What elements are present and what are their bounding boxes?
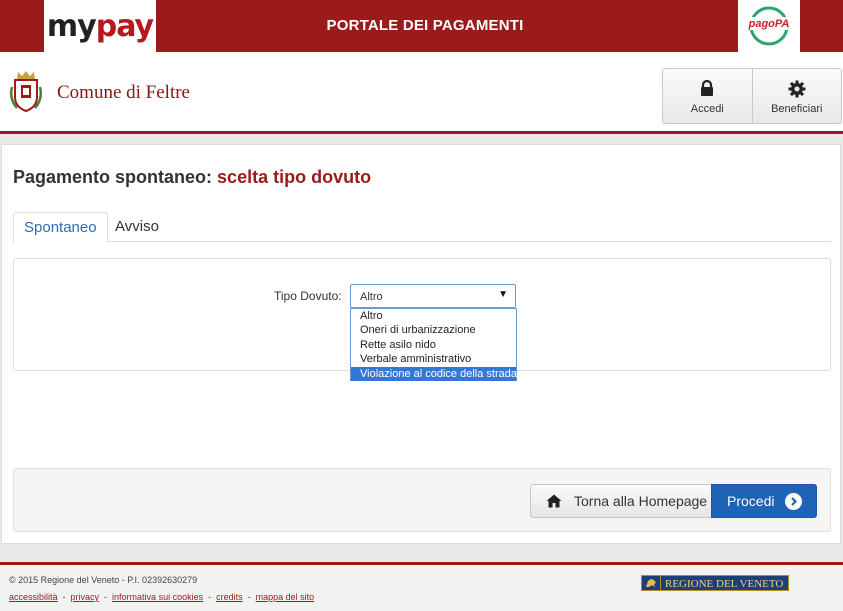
regione-veneto-text: REGIONE DEL VENETO — [661, 575, 790, 591]
tipo-dovuto-form: Tipo Dovuto: Altro ▼ Altro Oneri di urba… — [13, 258, 831, 381]
mypay-logo-my: my — [46, 8, 97, 44]
homepage-button[interactable]: Torna alla Homepage — [530, 484, 712, 518]
procedi-label: Procedi — [727, 493, 775, 509]
home-icon — [546, 494, 562, 508]
dropdown-arrow-icon: ▼ — [498, 289, 508, 300]
option-rette-asilo-nido[interactable]: Rette asilo nido — [351, 338, 516, 352]
option-oneri-urbanizzazione[interactable]: Oneri di urbanizzazione — [351, 323, 516, 337]
tipo-dovuto-label: Tipo Dovuto: — [274, 289, 342, 303]
footer: © 2015 Regione del Veneto - P.I. 0239263… — [0, 562, 843, 611]
portal-title: PORTALE DEI PAGAMENTI — [326, 17, 524, 34]
tab-avviso[interactable]: Avviso — [105, 212, 169, 243]
gear-icon — [788, 78, 806, 100]
beneficiari-button[interactable]: Beneficiari — [751, 69, 842, 123]
tab-bar: Spontaneo Avviso — [13, 212, 831, 243]
page-title-prefix: Pagamento spontaneo: — [13, 167, 213, 187]
option-verbale-amministrativo[interactable]: Verbale amministrativo — [351, 352, 516, 366]
header: Comune di Feltre Accedi Beneficiari — [0, 52, 843, 134]
homepage-label: Torna alla Homepage — [574, 493, 708, 509]
comune-crest-icon — [9, 71, 43, 113]
accedi-button[interactable]: Accedi — [663, 69, 752, 123]
page-title: Pagamento spontaneo: scelta tipo dovuto — [13, 167, 371, 188]
tipo-dovuto-options: Altro Oneri di urbanizzazione Rette asil… — [350, 308, 517, 381]
mypay-logo[interactable]: mypay — [44, 0, 156, 52]
lock-icon — [700, 78, 714, 100]
regione-veneto-logo[interactable]: REGIONE DEL VENETO — [641, 574, 790, 592]
lion-icon — [641, 575, 661, 591]
comune-name[interactable]: Comune di Feltre — [57, 82, 190, 104]
tipo-dovuto-selected-value: Altro — [360, 291, 383, 303]
main-panel: Pagamento spontaneo: scelta tipo dovuto … — [1, 144, 841, 544]
footer-link-privacy[interactable]: privacy — [71, 592, 100, 602]
footer-link-mappa[interactable]: mappa del sito — [256, 592, 315, 602]
pagopa-logo-text: pagoPA — [748, 18, 790, 30]
top-bar: mypay PORTALE DEI PAGAMENTI pagoPA — [0, 0, 843, 52]
chevron-right-circle-icon — [785, 493, 802, 510]
procedi-button[interactable]: Procedi — [711, 484, 817, 518]
footer-link-accessibilita[interactable]: accessibilità — [9, 592, 58, 602]
accedi-label: Accedi — [690, 102, 724, 115]
pagopa-logo-icon: pagoPA — [748, 6, 790, 46]
action-bar: Torna alla Homepage Procedi — [13, 468, 831, 532]
copyright-text: © 2015 Regione del Veneto - P.I. 0239263… — [9, 575, 198, 585]
footer-link-credits[interactable]: credits — [216, 592, 243, 602]
tipo-dovuto-select[interactable]: Altro ▼ — [350, 284, 516, 308]
footer-link-cookies[interactable]: informativa sui cookies — [112, 592, 203, 602]
pagopa-logo[interactable]: pagoPA — [738, 0, 800, 52]
option-violazione-codice-strada[interactable]: Violazione al codice della strada — [351, 366, 517, 381]
mypay-logo-pay: pay — [95, 8, 154, 44]
header-button-group: Accedi Beneficiari — [662, 68, 842, 124]
page-title-accent: scelta tipo dovuto — [217, 167, 372, 187]
footer-links: accessibilità - privacy - informativa sui co… — [9, 592, 315, 602]
tab-spontaneo[interactable]: Spontaneo — [13, 212, 108, 243]
beneficiari-label: Beneficiari — [771, 102, 823, 115]
option-altro[interactable]: Altro — [351, 309, 516, 323]
